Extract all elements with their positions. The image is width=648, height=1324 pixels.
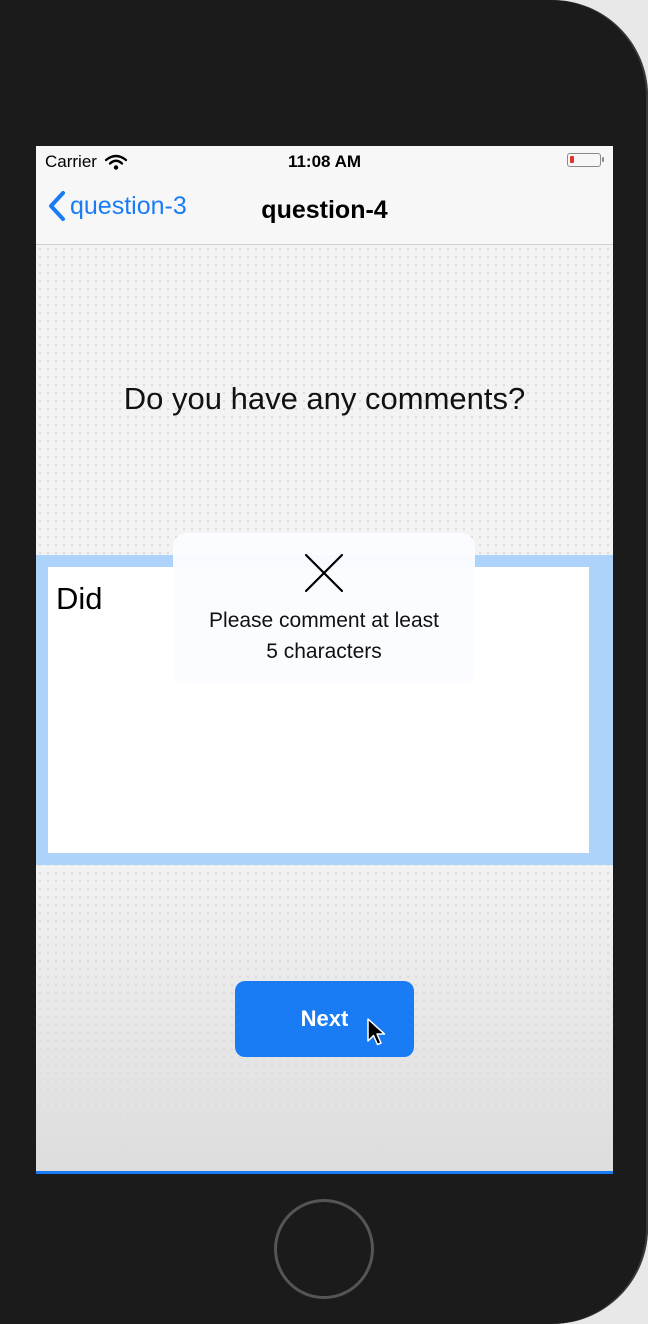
comment-value: Did	[56, 581, 103, 616]
cursor-icon	[367, 1018, 386, 1046]
bottom-accent-line	[36, 1171, 613, 1174]
battery-icon	[567, 153, 604, 167]
question-content: Do you have any comments? Did Please com…	[36, 245, 613, 1171]
question-text: Do you have any comments?	[123, 381, 526, 416]
toast-message-line-1: Please comment at least	[209, 609, 439, 632]
close-icon	[304, 553, 344, 593]
navigation-bar: question-3 question-4	[36, 176, 613, 245]
device-frame: Carrier 11:08 AM question-3 question-4 D…	[0, 0, 648, 1324]
next-button-label: Next	[300, 1006, 349, 1031]
status-bar: Carrier 11:08 AM	[36, 146, 613, 176]
screen: Carrier 11:08 AM question-3 question-4 D…	[36, 146, 613, 1174]
error-toast: Please comment at least 5 characters	[173, 533, 475, 683]
status-time: 11:08 AM	[287, 152, 362, 171]
toast-message-line-2: 5 characters	[266, 640, 382, 663]
toast-message: Please comment at least 5 characters	[183, 605, 465, 667]
page-title: question-4	[261, 196, 388, 224]
home-button[interactable]	[274, 1199, 374, 1299]
